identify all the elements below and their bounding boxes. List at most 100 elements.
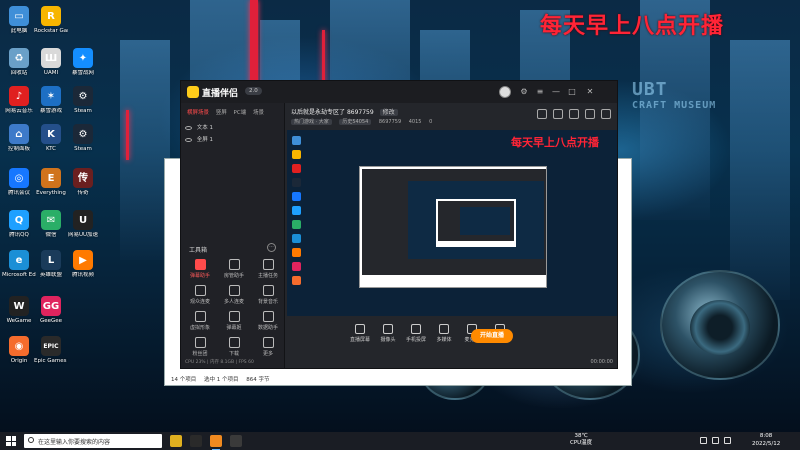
taskbar-file-explorer-icon[interactable] [170,435,182,447]
like-count: 8697759 [378,119,402,125]
tool-icon [262,285,274,296]
record-icon[interactable] [553,109,563,119]
desktop-icon[interactable]: ◎ 腾讯会议 [2,168,36,197]
taskbar-search-placeholder: 在这里输入你要搜索的内容 [38,439,111,446]
source-control-button[interactable]: 多媒体 [429,324,459,343]
room-title: 以后就是永劫专区了 8697759 修改 [291,107,398,116]
toolbox-item[interactable]: 房管助手 [217,259,251,279]
edit-room-button[interactable]: 修改 [379,109,398,116]
desktop-icon[interactable]: ⚙ Steam [66,86,100,115]
tray-ime-icon[interactable] [724,437,731,444]
preview-desktop-icon [292,150,301,159]
desktop-icon[interactable]: 传传奇 [66,168,100,197]
source-control-button[interactable]: 直播屏幕 [345,324,375,343]
tray-volume-icon[interactable] [712,437,719,444]
uami-icon: Ш [41,48,61,68]
taskbar-cpu-temp[interactable]: 38℃ CPU温度 [570,433,592,447]
toolbox-item[interactable]: 弹幕姬 [217,311,251,331]
taskbar-app-icon[interactable] [190,435,202,447]
visibility-eye-icon[interactable] [185,125,192,130]
close-icon[interactable]: ✕ [585,87,595,97]
settings-icon[interactable]: ⚙ [519,87,529,97]
maximize-icon[interactable]: □ [567,87,577,97]
desktop-icon[interactable]: R Rockstar Games [34,6,68,35]
toolbox-item[interactable]: 弹幕助手 [183,259,217,279]
desktop-icon[interactable]: ◉ Origin [2,336,36,365]
live-streaming-app-window[interactable]: 直播伴侣 2.0 ⚙ ≡ — □ ✕ 横屏场景 竖屏 PC端 场景 文本 1 全… [180,80,618,369]
gg-icon: GG [41,296,61,316]
start-live-button[interactable]: 开始直播 [471,329,513,343]
taskbar-app-icon[interactable] [230,435,242,447]
toolbox-item[interactable]: 背景音乐 [251,285,285,305]
tab-scene[interactable]: 场景 [253,110,264,116]
desktop-icon[interactable]: e Microsoft Edge [2,250,36,279]
desktop-icon[interactable]: W WeGame [2,296,36,325]
taskbar-clock[interactable]: 8:08 2022/5/12 [752,433,780,448]
clock-date: 2022/5/12 [752,440,781,447]
toolbox-item[interactable]: 多人连麦 [217,285,251,305]
tool-label: 观众连麦 [189,299,210,305]
toolbox-item[interactable]: 下载 [217,337,251,357]
taskbar: 在这里输入你要搜索的内容 38℃ CPU温度 8:08 2022/5/12 [0,432,800,450]
minimize-icon[interactable]: — [551,87,561,97]
desktop-icon[interactable]: ✉ 微信 [34,210,68,239]
desktop-icon[interactable]: GG GeeGee [34,296,68,325]
source-control-button[interactable]: 摄像头 [373,324,403,343]
desktop-icon[interactable]: ⌂ 控制面板 [2,124,36,153]
edge-icon: e [9,250,29,270]
everything-icon: E [41,168,61,188]
desktop-icon-label: Origin [10,358,28,364]
desktop-icon[interactable]: ⚙ Steam [66,124,100,153]
tab-landscape-scene[interactable]: 横屏场景 [187,110,209,116]
preview-desktop-icon [292,248,301,257]
desktop-icon[interactable]: K KTC [34,124,68,153]
tray-network-icon[interactable] [700,437,707,444]
gift-icon[interactable] [537,109,547,119]
notification-icon[interactable] [569,109,579,119]
desktop-icon[interactable]: ♪ 网易云音乐 [2,86,36,115]
toolbox-item[interactable]: 粉丝团 [183,337,217,357]
scene-tabs: 横屏场景 竖屏 PC端 场景 [187,108,269,116]
room-category[interactable]: 热门游戏 · 大家 [291,119,332,125]
tab-portrait[interactable]: 竖屏 [216,110,227,116]
scene-source-item[interactable]: 文本 1 [185,123,213,131]
this-pc-icon: ▭ [9,6,29,26]
desktop-icon[interactable]: ♻ 回收站 [2,48,36,77]
tool-icon [194,259,206,270]
toolbox-item[interactable]: 观众连麦 [183,285,217,305]
desktop-icon[interactable]: Q 腾讯QQ [2,210,36,239]
desktop-icon[interactable]: U 网易UU加速 [66,210,100,239]
desktop-icon[interactable]: ▶ 腾讯视频 [66,250,100,279]
taskbar-search-box[interactable]: 在这里输入你要搜索的内容 [24,434,162,448]
toolbox-item[interactable]: 更多 [251,337,285,357]
desktop-icon[interactable]: ✶ 暴雪游戏 [34,86,68,115]
toolbox-item[interactable]: 主播任务 [251,259,285,279]
windows-start-icon[interactable] [6,436,16,446]
menu-icon[interactable]: ≡ [535,87,545,97]
visibility-eye-icon[interactable] [185,137,192,142]
desktop-icon[interactable]: ✦ 暴雪战网 [66,48,100,77]
toolbox-item[interactable]: 虚拟形象 [183,311,217,331]
app-titlebar[interactable]: 直播伴侣 2.0 ⚙ ≡ — □ ✕ [181,81,617,103]
more-options-icon[interactable]: ··· [267,243,276,252]
tab-pc[interactable]: PC端 [234,110,247,116]
desktop-icon[interactable]: E Everything [34,168,68,197]
layout-icon[interactable] [585,109,595,119]
source-control-button[interactable]: 手机投屏 [401,324,431,343]
taskbar-streaming-app-icon[interactable] [210,435,222,450]
fullscreen-icon[interactable] [601,109,611,119]
app-title: 直播伴侣 [202,89,239,99]
scene-source-item[interactable]: 全屏 1 [185,135,213,143]
desktop-icon[interactable]: EPIC Epic Games Launcher [34,336,68,365]
desktop-icon[interactable]: L 英雄联盟 [34,250,68,279]
desktop-icon[interactable]: ▭ 此电脑 [2,6,36,35]
origin-icon: ◉ [9,336,29,356]
app-version-badge[interactable]: 2.0 [245,87,262,95]
stream-preview[interactable]: 每天早上八点开播 [287,130,617,316]
explorer-selected-size: 864 字节 [246,377,270,383]
preview-desktop-icon [292,220,301,229]
user-avatar[interactable] [499,86,511,98]
desktop-icon[interactable]: Ш UAMI [34,48,68,77]
toolbox-item[interactable]: 数据助手 [251,311,285,331]
tool-label: 更多 [262,351,273,357]
